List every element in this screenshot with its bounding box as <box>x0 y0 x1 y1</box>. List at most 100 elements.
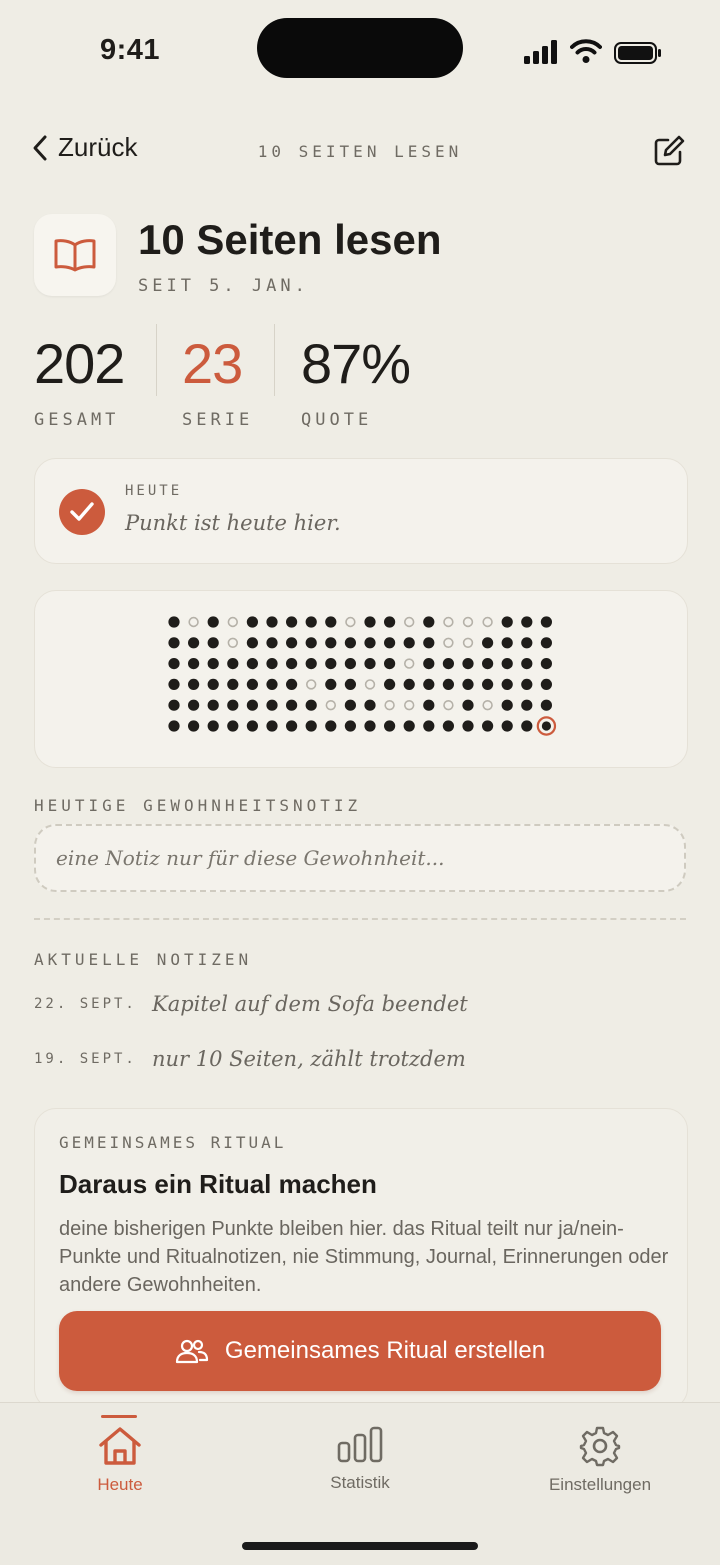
dot-done <box>325 658 337 670</box>
dot-done <box>325 616 337 628</box>
nav-title: 10 SEITEN LESEN <box>257 142 463 161</box>
dot-missed <box>227 616 239 628</box>
divider <box>34 918 686 920</box>
book-icon <box>54 239 96 272</box>
create-ritual-label: Gemeinsames Ritual erstellen <box>224 1337 546 1364</box>
dot-done <box>227 658 239 670</box>
dot-missed <box>345 616 356 628</box>
dot-done <box>521 678 533 690</box>
users-icon <box>175 1339 209 1364</box>
dot-done <box>246 616 258 628</box>
dot-grid-svg <box>168 616 557 736</box>
dot-done <box>403 720 415 732</box>
dot-done <box>384 637 396 649</box>
dot-done <box>501 678 513 690</box>
dot-done <box>168 720 180 732</box>
dot-done <box>188 699 200 711</box>
tab-statistics[interactable]: Statistik <box>240 1403 480 1523</box>
home-icon <box>99 1427 141 1465</box>
edit-icon[interactable] <box>652 134 686 168</box>
dot-missed <box>462 616 474 628</box>
dot-done <box>403 678 415 690</box>
dot-done <box>246 658 258 670</box>
dot-done <box>501 720 513 732</box>
dot-done <box>423 678 435 690</box>
dot-done <box>482 678 494 690</box>
dot-done <box>325 720 337 732</box>
today-text: Punkt ist heute hier. <box>125 511 341 535</box>
habit-note-input[interactable] <box>36 826 684 890</box>
dot-done <box>462 658 474 670</box>
recent-notes-label: AKTUELLE NOTIZEN <box>34 950 253 969</box>
dot-missed <box>188 616 199 628</box>
dot-done <box>266 699 278 711</box>
tab-settings[interactable]: Einstellungen <box>480 1403 720 1523</box>
create-ritual-button[interactable]: Gemeinsames Ritual erstellen <box>59 1311 661 1391</box>
dot-missed <box>482 699 493 711</box>
wifi-icon <box>570 39 602 63</box>
dot-missed <box>443 699 454 711</box>
dot-done <box>207 699 219 711</box>
dot-done <box>462 720 474 732</box>
dot-done <box>384 658 396 670</box>
checkmark-icon <box>70 502 94 521</box>
dot-done <box>384 678 396 690</box>
dot-missed <box>404 658 415 669</box>
dot-done <box>168 678 180 690</box>
ritual-description: deine bisherigen Punkte bleiben hier. da… <box>59 1218 669 1296</box>
dot-done <box>305 720 317 732</box>
dot-done <box>442 720 454 732</box>
dot-done <box>207 658 219 670</box>
dot-done <box>246 720 258 732</box>
dot-missed <box>364 679 376 690</box>
stat-total-label: GESAMT <box>34 410 120 430</box>
stat-rate: 87% QUOTE <box>301 332 411 430</box>
dot-done <box>540 616 552 628</box>
dot-done <box>462 678 474 690</box>
dot-done <box>384 720 396 732</box>
dot-done <box>423 720 435 732</box>
dot-done <box>286 699 298 711</box>
dot-done <box>364 658 376 670</box>
tab-statistics-label: Statistik <box>330 1473 390 1492</box>
navigation-bar: Zurück 10 SEITEN LESEN <box>0 128 720 174</box>
today-card: HEUTE Punkt ist heute hier. <box>34 458 688 564</box>
dot-done <box>384 616 396 628</box>
note-input-wrapper <box>34 824 686 892</box>
dot-done <box>168 699 180 711</box>
dot-done <box>227 720 239 732</box>
dot-done <box>344 699 356 711</box>
dot-missed <box>404 616 415 628</box>
dot-missed <box>443 616 454 628</box>
status-bar: 9:41 <box>0 0 720 110</box>
dot-done <box>521 658 533 670</box>
dot-done <box>540 637 552 649</box>
dot-done <box>305 616 317 628</box>
dot-done <box>364 699 376 711</box>
dot-done <box>266 637 278 649</box>
dot-done <box>207 678 219 690</box>
note-section-label: HEUTIGE GEWOHNHEITSNOTIZ <box>34 796 362 815</box>
dot-done <box>344 678 356 690</box>
dot-grid <box>166 614 562 738</box>
dot-done <box>266 658 278 670</box>
stat-total-value: 202 <box>34 332 125 395</box>
dot-done <box>325 678 337 690</box>
dot-today <box>541 721 551 731</box>
dot-done <box>423 699 435 711</box>
stat-divider <box>274 324 275 396</box>
tab-bar: Heute Statistik Einstellungen <box>0 1402 720 1565</box>
dot-done <box>501 616 513 628</box>
stat-total: 202 GESAMT <box>34 332 125 430</box>
dot-missed <box>384 699 395 711</box>
dot-done <box>501 658 513 670</box>
tab-today[interactable]: Heute <box>0 1403 240 1523</box>
dot-done <box>521 699 533 711</box>
dot-done <box>403 637 415 649</box>
dot-done <box>168 637 180 649</box>
active-tab-indicator <box>101 1415 137 1418</box>
dot-done <box>364 720 376 732</box>
dot-done <box>286 637 298 649</box>
today-check-button[interactable] <box>59 489 105 535</box>
home-indicator <box>242 1542 478 1550</box>
